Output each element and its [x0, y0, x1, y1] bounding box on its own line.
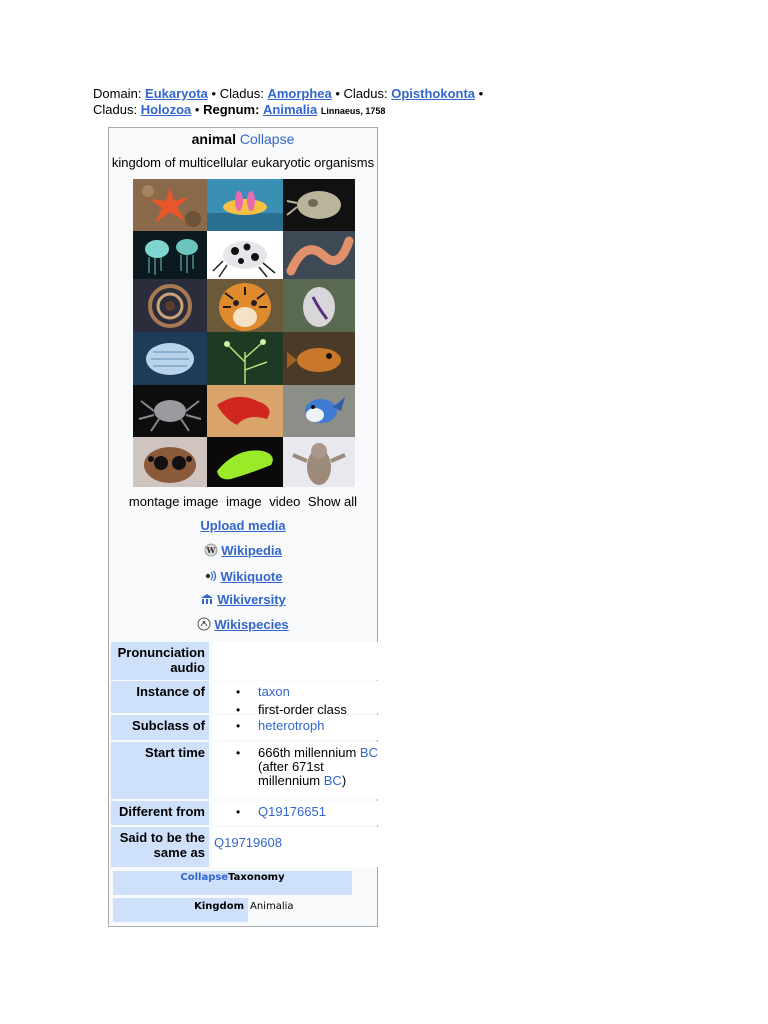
item-description: kingdom of multicellular eukaryotic orga… [111, 155, 375, 170]
property-value: taxon first-order class [212, 681, 380, 717]
start-time-text: (after 671st millennium [258, 759, 324, 788]
jellyfish-photo [133, 231, 207, 279]
infobox: animal Collapse kingdom of multicellular… [108, 127, 380, 927]
infobox-title: animal Collapse [109, 130, 377, 148]
list-item: 666th millennium BC (after 671st millenn… [236, 745, 378, 788]
svg-text:W: W [206, 545, 217, 555]
property-value: 666th millennium BC (after 671st millenn… [212, 742, 380, 799]
wikiquote-link[interactable]: Wikiquote [221, 569, 283, 584]
domain-link[interactable]: Eukaryota [145, 86, 208, 101]
kingdom-value: Animalia [250, 901, 294, 912]
tab-show-all[interactable]: Show all [308, 494, 357, 509]
separator: • [211, 86, 217, 101]
heterotroph-link[interactable]: heterotroph [258, 718, 325, 733]
taxonomy-line-2: Cladus: Holozoa • Regnum: Animalia Linna… [93, 102, 385, 119]
sister-project-wikispecies: Wikispecies [109, 617, 377, 632]
wikipedia-icon: W [204, 543, 218, 557]
property-label: Instance of [111, 681, 209, 713]
property-label: Different from [111, 801, 209, 825]
wikiquote-icon [204, 569, 218, 583]
tab-montage-image[interactable]: montage image [129, 494, 219, 509]
wikiversity-link[interactable]: Wikiversity [217, 592, 286, 607]
domain-label: Domain: [93, 86, 142, 101]
taxonomy-header: CollapseTaxonomy [113, 871, 352, 895]
bc-link[interactable]: BC [324, 773, 342, 788]
taxonomy-line-1: Domain: Eukaryota • Cladus: Amorphea • C… [93, 86, 483, 102]
taxonomy-collapse-link[interactable]: Collapse [180, 872, 228, 883]
bc-link[interactable]: BC [360, 745, 378, 760]
tiger-photo [207, 279, 283, 332]
cladus-amorphea-link[interactable]: Amorphea [267, 86, 331, 101]
sister-project-wikipedia: W Wikipedia [109, 543, 377, 558]
cladus-label: Cladus: [93, 102, 138, 117]
kingdom-label: Kingdom [113, 898, 248, 922]
tab-image[interactable]: image [226, 494, 261, 509]
cladus-opisthokonta-link[interactable]: Opisthokonta [391, 86, 475, 101]
list-item: taxon [236, 684, 380, 700]
wikiversity-icon [200, 592, 214, 606]
list-item: heterotroph [236, 718, 380, 734]
q19719608-link[interactable]: Q19719608 [214, 835, 282, 850]
sea-slug-photo [283, 279, 355, 332]
hydroid-photo [207, 332, 283, 385]
start-time-text: ) [341, 773, 347, 788]
start-time-text: 666th millennium [258, 745, 357, 760]
list-item: Q19176651 [236, 804, 380, 820]
jumping-spider-photo [133, 437, 207, 487]
media-tabs: montage image image video Show all [109, 494, 377, 509]
sister-project-wikiversity: Wikiversity [109, 592, 377, 607]
wikispecies-link[interactable]: Wikispecies [214, 617, 288, 632]
starfish-photo [133, 179, 207, 231]
taxonomy-title: Taxonomy [228, 872, 285, 883]
cuttlefish-photo [283, 179, 355, 231]
upload-media-link[interactable]: Upload media [200, 518, 285, 533]
property-label: Said to be the same as [111, 827, 209, 867]
property-label: Start time [111, 742, 209, 799]
separator: • [478, 86, 484, 101]
red-flatworm-photo [207, 385, 283, 437]
crab-like-fish-photo [283, 332, 355, 385]
fanworm-photo [133, 279, 207, 332]
taxon-link[interactable]: taxon [258, 684, 290, 699]
collapse-link[interactable]: Collapse [240, 131, 294, 147]
taxon-authority: Linnaeus, 1758 [320, 106, 386, 116]
cladus-label: Cladus: [343, 86, 388, 101]
item-name: animal [191, 131, 236, 147]
property-value: Q19176651 [212, 801, 380, 825]
regnum-animalia-link[interactable]: Animalia [263, 102, 317, 117]
property-value: heterotroph [212, 715, 380, 740]
property-value [212, 642, 380, 680]
green-flatworm-photo [207, 437, 283, 487]
wikispecies-icon [197, 617, 211, 631]
owl-photo [283, 437, 355, 487]
isopod-photo [133, 332, 207, 385]
property-label: Subclass of [111, 715, 209, 740]
cladus-label: Cladus: [219, 86, 264, 101]
cladus-holozoa-link[interactable]: Holozoa [141, 102, 192, 117]
upload-media-row: Upload media [109, 518, 377, 533]
animal-montage-image[interactable] [133, 179, 355, 487]
wikipedia-link[interactable]: Wikipedia [221, 543, 282, 558]
ladybird-beetle-photo [207, 231, 283, 279]
q19176651-link[interactable]: Q19176651 [258, 804, 326, 819]
property-value: Q19719608 [212, 827, 380, 867]
nudibranch-photo [207, 179, 283, 231]
property-label: Pronunciation audio [111, 642, 209, 680]
separator: • [335, 86, 340, 101]
separator: • [194, 102, 200, 117]
sister-project-wikiquote: Wikiquote [109, 569, 377, 584]
crab-photo [133, 385, 207, 437]
bristle-worm-photo [283, 231, 355, 279]
regnum-label: Regnum: [203, 102, 260, 117]
tab-video[interactable]: video [269, 494, 300, 509]
blue-jay-photo [283, 385, 355, 437]
